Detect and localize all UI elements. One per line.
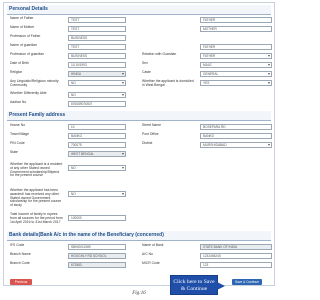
select-received-other[interactable]: NO <box>68 191 126 197</box>
input-bank-name[interactable]: STATE BANK OF INDIA <box>200 244 272 250</box>
select-state[interactable]: WEST BENGAL <box>68 151 126 157</box>
row-branch: Branch Name HOOGHLY RD SCHOOL A/C No 123… <box>10 252 272 261</box>
row-received-other: Whether the applicant has been awarded/ … <box>10 188 272 209</box>
input-mother-name[interactable]: TEST <box>68 26 126 32</box>
input-account-no[interactable]: 1232456245 <box>200 253 272 259</box>
input-profession-father[interactable]: BUSINESS <box>68 35 126 41</box>
row-religion: Religion HINDU Caste GENERAL <box>10 70 272 79</box>
row-aadhar: Aadhar No 876089076507 <box>10 100 272 109</box>
label-ifsc: IFS Code <box>10 243 25 247</box>
label-received-other: Whether the applicant has been awarded/ … <box>10 188 62 208</box>
input-mother-relation[interactable]: MOTHER <box>200 26 272 32</box>
select-caste[interactable]: GENERAL <box>200 71 272 77</box>
label-differently-able: Whether Differently Able <box>10 91 47 95</box>
label-profession-guardian: Profession of guardian <box>10 52 44 56</box>
previous-button[interactable]: Previous <box>10 279 32 285</box>
label-micr: MICR Code <box>142 261 160 265</box>
input-post[interactable]: BANKO <box>200 133 272 139</box>
row-linguistic: Any Linguistic/Religious minority Commun… <box>10 79 272 90</box>
label-dob: Date of Birth <box>10 61 29 65</box>
section-title-bank: Bank details(Bank A/c in the name of the… <box>7 231 271 241</box>
save-continue-button[interactable]: Save & Continue <box>232 279 262 285</box>
label-resident-other: Whether the applicant is a resident of a… <box>10 162 63 178</box>
label-street: Street Name <box>142 123 162 127</box>
row-father: Name of Father TEST FATHER <box>10 16 272 25</box>
row-state: State WEST BENGAL <box>10 150 272 159</box>
input-street[interactable]: BOSEPARA RD <box>200 124 272 130</box>
section-title-personal: Personal Details <box>7 5 271 15</box>
input-town[interactable]: BANKO <box>68 133 126 139</box>
row-income: Total income of family in rupees from al… <box>10 212 272 229</box>
input-guardian-relation-top[interactable]: FATHER <box>200 44 272 50</box>
select-religion[interactable]: HINDU <box>68 71 126 77</box>
label-post: Post Office <box>142 132 159 136</box>
row-pin: PIN Code 700075 District MURSHIDABAD <box>10 141 272 150</box>
input-pin[interactable]: 700075 <box>68 142 126 148</box>
label-guardian: Name of guardian <box>10 43 37 47</box>
row-ifsc: IFS Code SBIN0011989 Name of Bank STATE … <box>10 243 272 252</box>
input-branch[interactable]: HOOGHLY RD SCHOOL <box>68 253 126 259</box>
input-income[interactable]: 100000 <box>68 215 126 221</box>
label-state: State <box>10 150 18 154</box>
label-profession-father: Profession of Father <box>10 34 41 38</box>
input-aadhar[interactable]: 876089076507 <box>68 101 126 107</box>
label-aadhar: Aadhar No <box>10 100 27 104</box>
row-guardian: Name of guardian TEST FATHER <box>10 43 272 52</box>
row-dob: Date of Birth 11/10/1993 Sex MALE <box>10 61 272 70</box>
input-micr[interactable]: 123 <box>200 262 272 268</box>
select-district[interactable]: MURSHIDABAD <box>200 142 272 148</box>
input-father-relation[interactable]: FATHER <box>200 17 272 23</box>
label-branch-code: Branch Code <box>10 261 30 265</box>
label-town: Town/Village <box>10 132 29 136</box>
input-father-name[interactable]: TEST <box>68 17 126 23</box>
label-domicile: Whether the applicant is domiciled in We… <box>142 79 194 87</box>
section-title-family: Present Family address <box>7 111 271 121</box>
row-differently-able: Whether Differently Able NO <box>10 91 272 100</box>
label-mother: Name of Mother <box>10 25 35 29</box>
label-income: Total income of family in rupees from al… <box>10 212 63 224</box>
row-profession-father: Profession of Father BUSINESS <box>10 34 272 43</box>
input-profession-guardian[interactable]: BUSINESS <box>68 53 126 59</box>
row-branch-code: Branch Code 672883 MICR Code 123 <box>10 261 272 270</box>
input-dob[interactable]: 11/10/1993 <box>68 62 126 68</box>
label-pin: PIN Code <box>10 141 25 145</box>
label-house: House No <box>10 123 26 127</box>
select-differently-able[interactable]: NO <box>68 92 126 98</box>
row-house: House No 10 Street Name BOSEPARA RD <box>10 123 272 132</box>
label-branch: Branch Name <box>10 252 31 256</box>
label-district: District <box>142 141 153 145</box>
select-domicile[interactable]: YES <box>200 80 272 86</box>
input-branch-code[interactable]: 672883 <box>68 262 126 268</box>
personal-details-form: Personal Details Name of Father TEST FAT… <box>3 2 275 286</box>
input-guardian-name[interactable]: TEST <box>68 44 126 50</box>
label-account-no: A/C No <box>142 252 153 256</box>
input-ifsc[interactable]: SBIN0011989 <box>68 244 126 250</box>
select-linguistic[interactable]: NO <box>68 80 126 86</box>
select-relation-guardian[interactable]: FATHER <box>200 53 272 59</box>
row-town: Town/Village BANKO Post Office BANKO <box>10 132 272 141</box>
label-linguistic: Any Linguistic/Religious minority Commun… <box>10 79 59 87</box>
label-father: Name of Father <box>10 16 34 20</box>
figure-caption: Fig:16 <box>132 291 146 296</box>
label-bank-name: Name of Bank <box>142 243 164 247</box>
label-religion: Religion <box>10 70 23 74</box>
row-resident-other: Whether the applicant is a resident of a… <box>10 162 272 181</box>
label-sex: Sex <box>142 61 148 65</box>
select-sex[interactable]: MALE <box>200 62 272 68</box>
select-resident-other[interactable]: NO <box>68 165 126 171</box>
input-house[interactable]: 10 <box>68 124 126 130</box>
row-mother: Name of Mother TEST MOTHER <box>10 25 272 34</box>
label-relation-guardian: Relation with Guardian <box>142 52 177 56</box>
label-caste: Caste <box>142 70 151 74</box>
row-profession-guardian: Profession of guardian BUSINESS Relation… <box>10 52 272 61</box>
